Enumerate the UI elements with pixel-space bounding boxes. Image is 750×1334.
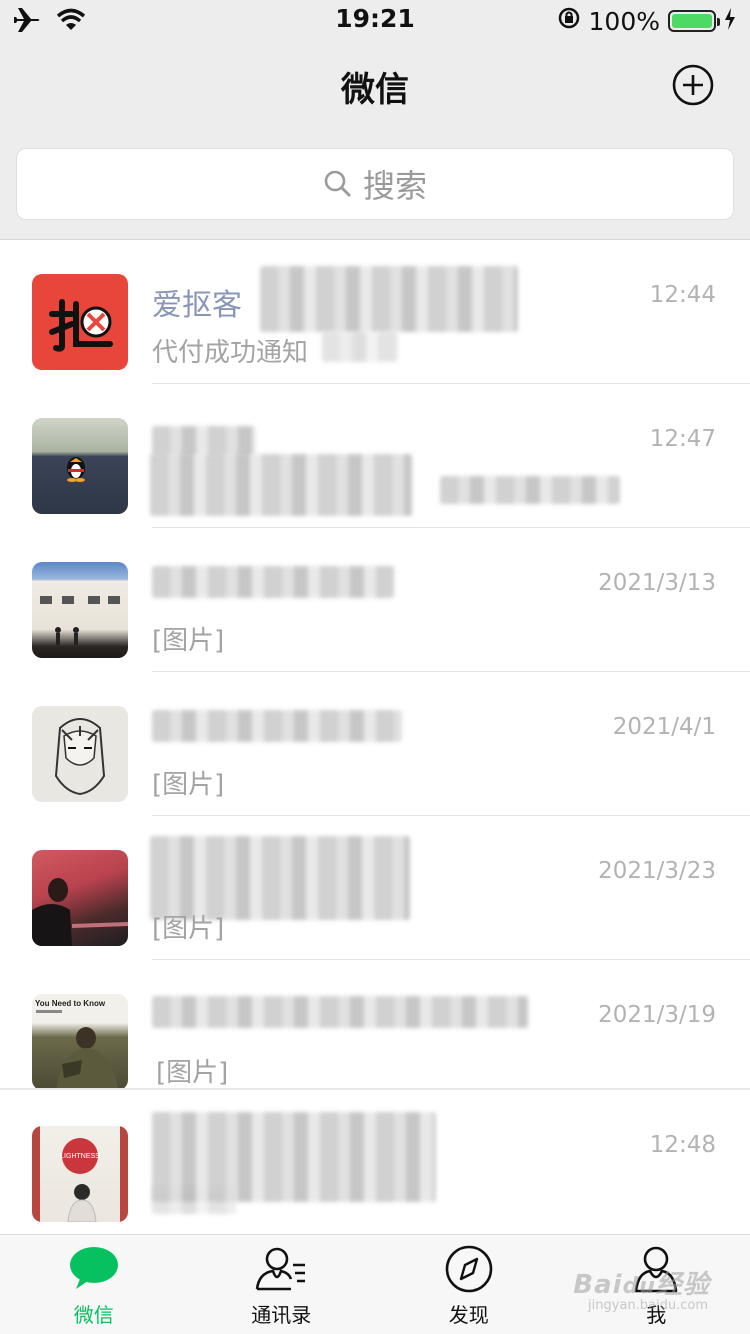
redacted-text: [152, 1186, 236, 1214]
chat-row[interactable]: [图片] 2021/3/23: [0, 816, 750, 960]
status-bar: 19:21 100%: [0, 0, 750, 40]
chat-preview: 代付成功通知: [152, 338, 309, 368]
search-area: 搜索: [0, 130, 750, 240]
svg-text:You Need to Know: You Need to Know: [35, 999, 106, 1008]
chat-time: 2021/3/19: [598, 1002, 716, 1028]
svg-text:LIGHTNESS: LIGHTNESS: [60, 1153, 100, 1160]
avatar: [32, 562, 128, 658]
tab-contacts[interactable]: 通讯录: [188, 1235, 376, 1334]
redacted-text: [152, 566, 394, 598]
nav-bar: 微信: [0, 40, 750, 130]
battery-percentage: 100%: [588, 6, 660, 36]
add-button[interactable]: [672, 64, 714, 106]
redacted-text: [150, 454, 412, 516]
chat-preview: [图片]: [152, 626, 225, 656]
chat-time: 12:48: [649, 1132, 716, 1158]
avatar: [32, 706, 128, 802]
redacted-text: [152, 996, 528, 1028]
chat-row[interactable]: [图片] 2021/4/1: [0, 672, 750, 816]
chat-row[interactable]: You Need to Know [图片] 2021/3/19: [0, 960, 750, 1104]
chat-time: 2021/3/23: [598, 858, 716, 884]
chat-row[interactable]: [图片] 2021/3/13: [0, 528, 750, 672]
redacted-text: [440, 476, 620, 504]
compass-icon: [445, 1245, 493, 1293]
battery-icon: [668, 10, 720, 32]
search-input[interactable]: 搜索: [16, 148, 734, 220]
plus-circle-icon: [672, 64, 714, 106]
tab-label: 微信: [73, 1303, 114, 1327]
chat-time: 2021/4/1: [612, 714, 716, 740]
tab-label: 发现: [448, 1303, 489, 1327]
redacted-text: [322, 332, 398, 362]
chat-time: 2021/3/13: [598, 570, 716, 596]
chat-preview: [图片]: [152, 770, 225, 800]
search-icon: [324, 170, 351, 197]
orientation-lock-icon: [557, 6, 581, 36]
chat-row-aikouke[interactable]: 爱抠客 代付成功通知 12:44: [0, 240, 750, 384]
redacted-text: [260, 266, 518, 332]
chat-row[interactable]: 12:47: [0, 384, 750, 528]
avatar: You Need to Know: [32, 994, 128, 1090]
charging-icon: [724, 7, 736, 36]
baidu-jingyan-watermark: Baidu经验: [573, 1270, 710, 1300]
avatar: [32, 274, 128, 370]
chat-bubble-icon: [69, 1247, 118, 1289]
page-title: 微信: [341, 70, 409, 110]
redacted-text: [152, 710, 402, 742]
chat-name: 爱抠客: [152, 288, 242, 323]
search-placeholder: 搜索: [362, 167, 427, 205]
redacted-text: [152, 426, 256, 456]
avatar: [32, 418, 128, 514]
baidu-jingyan-watermark-url: jingyan.baidu.com: [588, 1298, 708, 1313]
tab-wechat[interactable]: 微信: [0, 1235, 188, 1334]
chat-list: 爱抠客 代付成功通知 12:44 12:47 [图片] 2021/3/13 [图: [0, 240, 750, 1234]
chat-time: 12:47: [649, 426, 716, 452]
chat-preview: [图片]: [152, 914, 225, 944]
tab-discover[interactable]: 发现: [375, 1235, 563, 1334]
chat-time: 12:44: [649, 282, 716, 308]
avatar: [32, 850, 128, 946]
avatar: LIGHTNESS: [32, 1126, 128, 1222]
tab-label: 通讯录: [251, 1303, 312, 1327]
chat-preview: [图片]: [156, 1058, 229, 1088]
chat-row[interactable]: LIGHTNESS 12:48: [0, 1090, 750, 1234]
contacts-icon: [255, 1247, 306, 1291]
